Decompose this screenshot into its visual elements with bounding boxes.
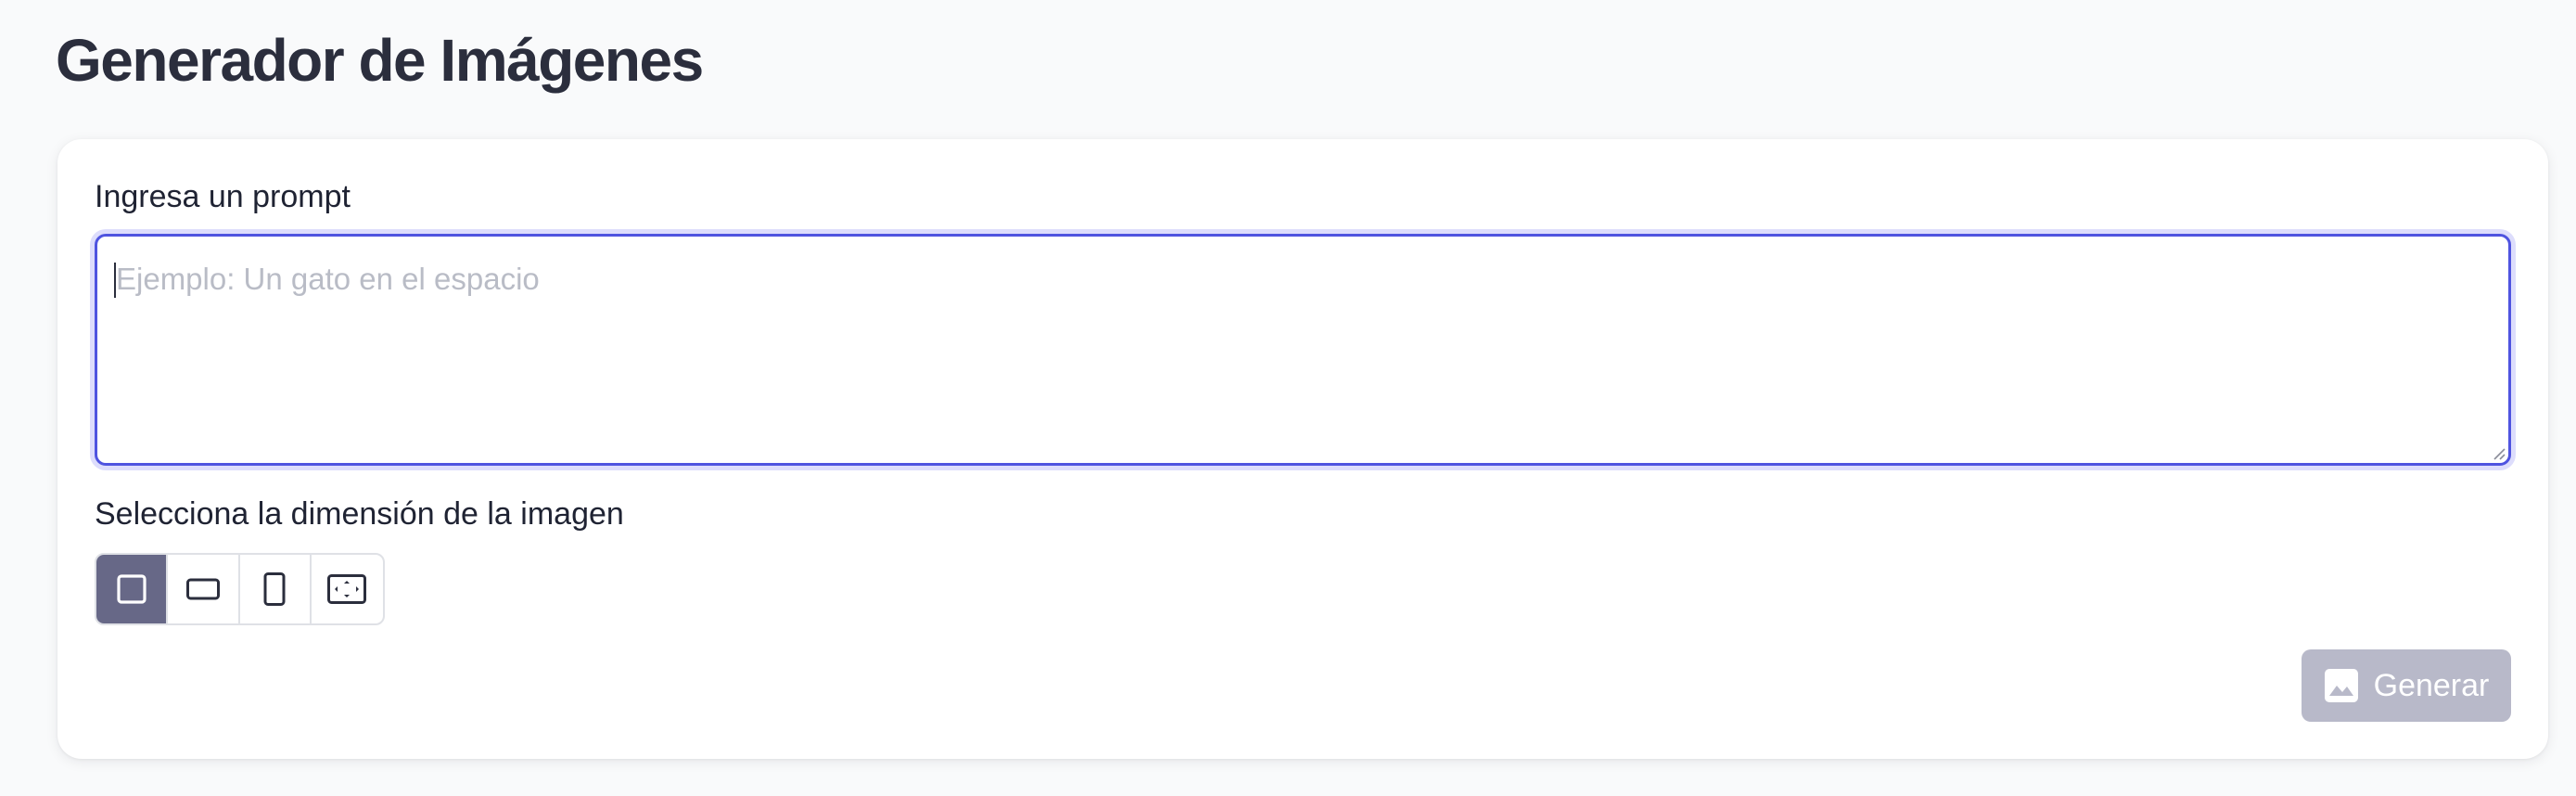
- generator-card: Ingresa un prompt Ejemplo: Un gato en el…: [57, 139, 2548, 759]
- landscape-icon: [185, 578, 220, 600]
- square-icon: [117, 574, 147, 604]
- dimension-option-portrait[interactable]: [240, 555, 312, 623]
- fullscreen-icon: [327, 574, 367, 604]
- dimension-option-landscape[interactable]: [168, 555, 240, 623]
- prompt-placeholder: Ejemplo: Un gato en el espacio: [116, 262, 540, 296]
- resize-handle-icon[interactable]: [2491, 445, 2506, 460]
- image-icon: [2324, 669, 2358, 702]
- generate-button[interactable]: Generar: [2302, 649, 2511, 722]
- page-title: Generador de Imágenes: [56, 27, 704, 94]
- prompt-label: Ingresa un prompt: [95, 179, 351, 214]
- dimension-option-fullscreen[interactable]: [312, 555, 383, 623]
- generate-label: Generar: [2373, 667, 2490, 703]
- dimension-label: Selecciona la dimensión de la imagen: [95, 496, 624, 532]
- text-caret: [114, 263, 116, 298]
- dimension-selector: [95, 553, 385, 625]
- prompt-textarea[interactable]: Ejemplo: Un gato en el espacio: [95, 234, 2511, 466]
- dimension-option-square[interactable]: [96, 555, 169, 623]
- portrait-icon: [263, 572, 286, 606]
